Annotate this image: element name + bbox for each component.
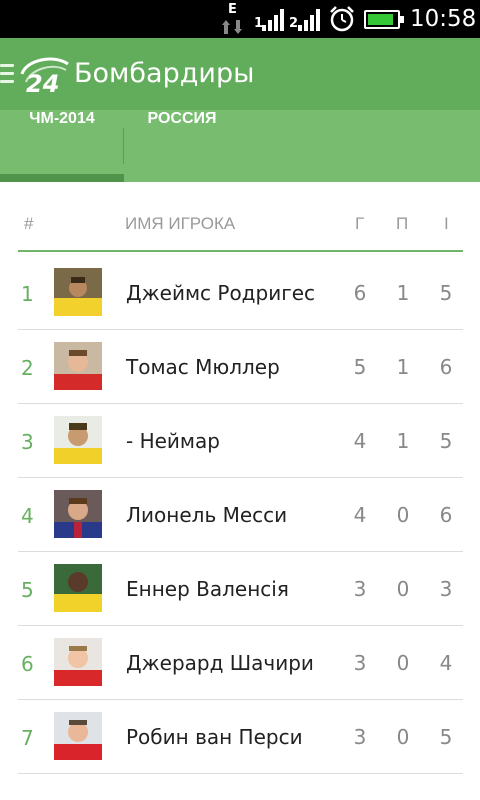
- rank: 2: [21, 356, 34, 380]
- tab-russia[interactable]: РОССИЯ: [124, 110, 240, 182]
- header-player-name: ИМЯ ИГРОКА: [125, 214, 236, 233]
- player-name: Джеймс Родригес: [126, 281, 316, 305]
- goals-value: 3: [353, 725, 367, 749]
- list-item[interactable]: 7 Робин ван Перси 3 0 5: [18, 700, 463, 774]
- assists-value: 0: [396, 577, 410, 601]
- tab-selected-indicator: [0, 174, 124, 182]
- player-photo: [54, 490, 102, 538]
- list-item[interactable]: 4 Лионель Месси 4 0 6: [18, 478, 463, 552]
- player-photo: [54, 342, 102, 390]
- header-number: #: [24, 214, 34, 233]
- games-value: 5: [439, 281, 453, 305]
- svg-text:24: 24: [26, 70, 59, 96]
- player-name: Джерард Шачири: [126, 651, 314, 675]
- games-value: 6: [439, 503, 453, 527]
- rank: 4: [21, 504, 34, 528]
- player-name: Еннер Валенсія: [126, 577, 289, 601]
- player-photo: [54, 786, 102, 800]
- header-goals: Г: [355, 214, 365, 233]
- network-type: E: [228, 2, 237, 17]
- tab-bar: ЧМ-2014 РОССИЯ: [0, 110, 480, 182]
- games-value: 3: [439, 577, 453, 601]
- header-games: I: [444, 214, 449, 233]
- list-item[interactable]: [18, 774, 463, 800]
- goals-value: 5: [353, 355, 367, 379]
- games-value: 4: [439, 651, 453, 675]
- assists-value: 0: [396, 651, 410, 675]
- sim2-label: 2: [289, 16, 299, 31]
- rank: 7: [21, 726, 34, 750]
- list-item[interactable]: 2 Томас Мюллер 5 1 6: [18, 330, 463, 404]
- player-photo: [54, 712, 102, 760]
- rank: 1: [21, 282, 34, 306]
- menu-icon[interactable]: [0, 64, 14, 84]
- player-name: Лионель Месси: [126, 503, 288, 527]
- player-name: Робин ван Перси: [126, 725, 303, 749]
- goals-value: 3: [353, 577, 367, 601]
- goals-value: 6: [353, 281, 367, 305]
- table-header: # ИМЯ ИГРОКА Г П I: [18, 200, 463, 252]
- goals-value: 3: [353, 651, 367, 675]
- games-value: 6: [439, 355, 453, 379]
- app-bar: 24 Бомбардиры: [0, 38, 480, 110]
- status-bar: E 1 2 10:58: [0, 0, 480, 38]
- scorers-list: 1 Джеймс Родригес 6 1 5 2 Томас Мюллер 5…: [18, 256, 463, 800]
- player-photo: [54, 638, 102, 686]
- battery-icon: [364, 10, 404, 29]
- alarm-icon: [330, 6, 354, 32]
- games-value: 5: [439, 429, 453, 453]
- player-photo: [54, 564, 102, 612]
- goals-value: 4: [353, 429, 367, 453]
- status-time: 10:58: [410, 6, 477, 32]
- player-name: - Неймар: [126, 429, 220, 453]
- assists-value: 1: [396, 281, 410, 305]
- signal-icon: [262, 9, 284, 31]
- signal-icon: [298, 9, 320, 31]
- player-name: Томас Мюллер: [126, 355, 280, 379]
- app-logo-icon[interactable]: 24: [18, 52, 70, 96]
- assists-value: 0: [396, 503, 410, 527]
- tab-world-cup[interactable]: ЧМ-2014: [0, 110, 124, 182]
- rank: 6: [21, 652, 34, 676]
- rank: 3: [21, 430, 34, 454]
- rank: 5: [21, 578, 34, 602]
- games-value: 5: [439, 725, 453, 749]
- assists-value: 1: [396, 355, 410, 379]
- page-title: Бомбардиры: [74, 58, 255, 89]
- assists-value: 1: [396, 429, 410, 453]
- list-item[interactable]: 3 - Неймар 4 1 5: [18, 404, 463, 478]
- goals-value: 4: [353, 503, 367, 527]
- assists-value: 0: [396, 725, 410, 749]
- list-item[interactable]: 1 Джеймс Родригес 6 1 5: [18, 256, 463, 330]
- player-photo: [54, 416, 102, 464]
- data-activity-icon: E: [222, 2, 244, 35]
- list-item[interactable]: 6 Джерард Шачири 3 0 4: [18, 626, 463, 700]
- player-photo: [54, 268, 102, 316]
- header-assists: П: [396, 214, 409, 233]
- list-item[interactable]: 5 Еннер Валенсія 3 0 3: [18, 552, 463, 626]
